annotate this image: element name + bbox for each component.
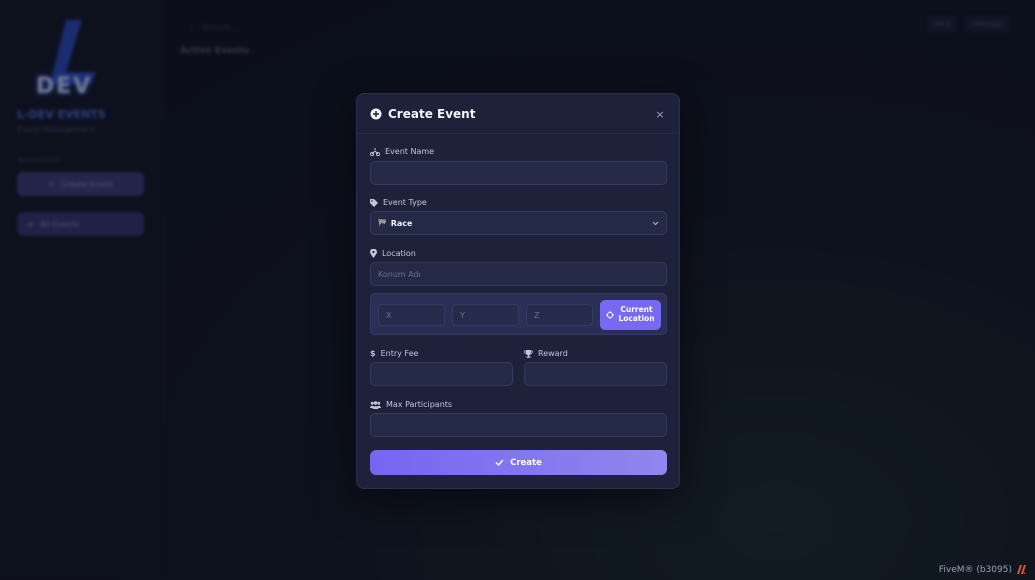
- fivem-build-text: FiveM® (b3095): [938, 564, 1012, 575]
- fivem-build-label: FiveM® (b3095): [939, 564, 1027, 575]
- create-event-modal: Create Event × Event Name Event Type 🏁 R…: [356, 93, 680, 489]
- users-icon: [370, 400, 381, 409]
- field-label-text: Entry Fee: [380, 349, 419, 358]
- entry-fee-input[interactable]: [370, 362, 513, 386]
- modal-title-wrap: Create Event: [370, 107, 475, 121]
- event-type-value: 🏁 Race: [378, 219, 412, 228]
- location-label: Location: [370, 249, 416, 258]
- checkered-flag-icon: 🏁: [378, 219, 387, 227]
- check-icon: [495, 459, 504, 466]
- x-coordinate-input[interactable]: [378, 304, 445, 326]
- event-name-input[interactable]: [370, 161, 667, 185]
- dollar-icon: $: [370, 349, 376, 358]
- max-participants-label: Max Participants: [370, 400, 452, 409]
- close-button[interactable]: ×: [653, 107, 667, 121]
- field-label-text: Max Participants: [386, 400, 453, 409]
- event-name-label: Event Name: [370, 147, 434, 156]
- plus-circle-icon: [370, 108, 382, 119]
- crosshair-icon: [606, 311, 615, 319]
- create-button[interactable]: Create: [370, 450, 667, 475]
- max-participants-input[interactable]: [370, 413, 667, 437]
- trophy-icon: [524, 349, 533, 358]
- rider-icon: [370, 148, 380, 156]
- field-label-text: Reward: [538, 349, 568, 358]
- modal-header: Create Event ×: [357, 94, 679, 134]
- event-type-select[interactable]: 🏁 Race: [370, 211, 667, 235]
- reward-input[interactable]: [524, 362, 667, 386]
- create-button-label: Create: [510, 457, 542, 468]
- entry-fee-label: $ Entry Fee: [370, 349, 418, 358]
- fivem-logo-icon: [1017, 565, 1026, 574]
- tag-icon: [370, 198, 378, 207]
- y-coordinate-input[interactable]: [452, 304, 519, 326]
- field-label-text: Event Type: [383, 198, 427, 207]
- z-coordinate-input[interactable]: [526, 304, 593, 326]
- field-label-text: Location: [382, 249, 416, 258]
- chevron-down-icon: [652, 221, 659, 225]
- current-location-button[interactable]: Current Location: [600, 300, 661, 330]
- location-name-input[interactable]: [370, 262, 667, 286]
- coordinates-panel: Current Location: [370, 293, 667, 335]
- event-type-value-text: Race: [390, 218, 413, 228]
- event-type-label: Event Type: [370, 198, 427, 207]
- map-pin-icon: [370, 249, 377, 258]
- field-label-text: Event Name: [385, 147, 435, 156]
- modal-title: Create Event: [388, 106, 476, 121]
- current-location-label: Current Location: [618, 306, 654, 323]
- current-location-label-line2: Location: [618, 314, 655, 323]
- reward-label: Reward: [524, 349, 568, 358]
